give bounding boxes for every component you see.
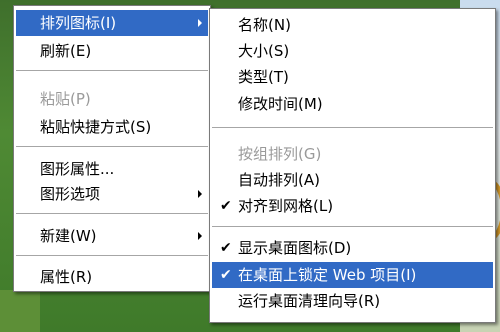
menu-item-label: 排列图标(I) xyxy=(40,14,117,32)
menu-item-label: 图形选项 xyxy=(40,185,101,203)
menu-item-label: 刷新(E) xyxy=(40,42,92,60)
menu-item-label: 按组排列(G) xyxy=(238,145,322,163)
menu-item-paste-shortcut[interactable]: 粘贴快捷方式(S) xyxy=(16,114,208,140)
menu-separator xyxy=(16,213,208,214)
menu-item-label: 自动排列(A) xyxy=(238,171,320,189)
submenu-item-size[interactable]: 大小(S) xyxy=(212,38,493,64)
submenu-item-auto-arrange[interactable]: 自动排列(A) xyxy=(212,167,493,193)
menu-item-graphics-options[interactable]: 图形选项 xyxy=(16,181,208,207)
submenu-item-name[interactable]: 名称(N) xyxy=(212,12,493,38)
menu-item-label: 大小(S) xyxy=(238,42,290,60)
menu-item-properties[interactable]: 属性(R) xyxy=(16,264,208,290)
menu-item-label: 类型(T) xyxy=(238,68,289,86)
arrange-icons-submenu: 名称(N) 大小(S) 类型(T) 修改时间(M) 按组排列(G) 自动排列(A… xyxy=(209,8,496,323)
submenu-arrow-icon xyxy=(198,190,202,198)
checkmark-icon: ✔ xyxy=(220,240,232,256)
submenu-item-align-to-grid[interactable]: ✔ 对齐到网格(L) xyxy=(212,193,493,219)
menu-item-graphics-properties[interactable]: 图形属性... xyxy=(16,156,208,182)
menu-item-label: 修改时间(M) xyxy=(238,95,323,113)
submenu-item-modified-time[interactable]: 修改时间(M) xyxy=(212,91,493,117)
checkmark-icon: ✔ xyxy=(220,267,232,283)
menu-item-label: 名称(N) xyxy=(238,16,291,34)
menu-item-paste: 粘贴(P) xyxy=(16,86,208,112)
submenu-item-lock-web-items[interactable]: ✔ 在桌面上锁定 Web 项目(I) xyxy=(212,262,493,288)
menu-item-label: 粘贴快捷方式(S) xyxy=(40,118,152,136)
submenu-item-desktop-cleanup-wizard[interactable]: 运行桌面清理向导(R) xyxy=(212,288,493,314)
submenu-item-group-by: 按组排列(G) xyxy=(212,141,493,167)
menu-separator xyxy=(16,70,208,71)
menu-item-label: 属性(R) xyxy=(40,268,93,286)
desktop-context-menu: 排列图标(I) 刷新(E) 粘贴(P) 粘贴快捷方式(S) 图形属性... 图形… xyxy=(13,5,211,292)
menu-separator xyxy=(212,226,493,227)
submenu-arrow-icon xyxy=(198,19,202,27)
menu-item-label: 运行桌面清理向导(R) xyxy=(238,292,381,310)
menu-item-label: 图形属性... xyxy=(40,160,115,178)
menu-separator xyxy=(16,146,208,147)
menu-separator xyxy=(212,127,493,128)
submenu-item-show-desktop-icons[interactable]: ✔ 显示桌面图标(D) xyxy=(212,235,493,261)
submenu-arrow-icon xyxy=(198,232,202,240)
submenu-item-type[interactable]: 类型(T) xyxy=(212,64,493,90)
checkmark-icon: ✔ xyxy=(220,198,232,214)
wallpaper-grass xyxy=(0,290,40,332)
menu-item-new[interactable]: 新建(W) xyxy=(16,223,208,249)
menu-item-label: 粘贴(P) xyxy=(40,90,91,108)
menu-item-label: 在桌面上锁定 Web 项目(I) xyxy=(238,266,417,284)
menu-item-label: 对齐到网格(L) xyxy=(238,197,334,215)
menu-separator xyxy=(16,255,208,256)
menu-item-label: 新建(W) xyxy=(40,227,97,245)
menu-item-arrange-icons[interactable]: 排列图标(I) xyxy=(16,10,208,36)
menu-item-label: 显示桌面图标(D) xyxy=(238,239,352,257)
menu-item-refresh[interactable]: 刷新(E) xyxy=(16,38,208,64)
